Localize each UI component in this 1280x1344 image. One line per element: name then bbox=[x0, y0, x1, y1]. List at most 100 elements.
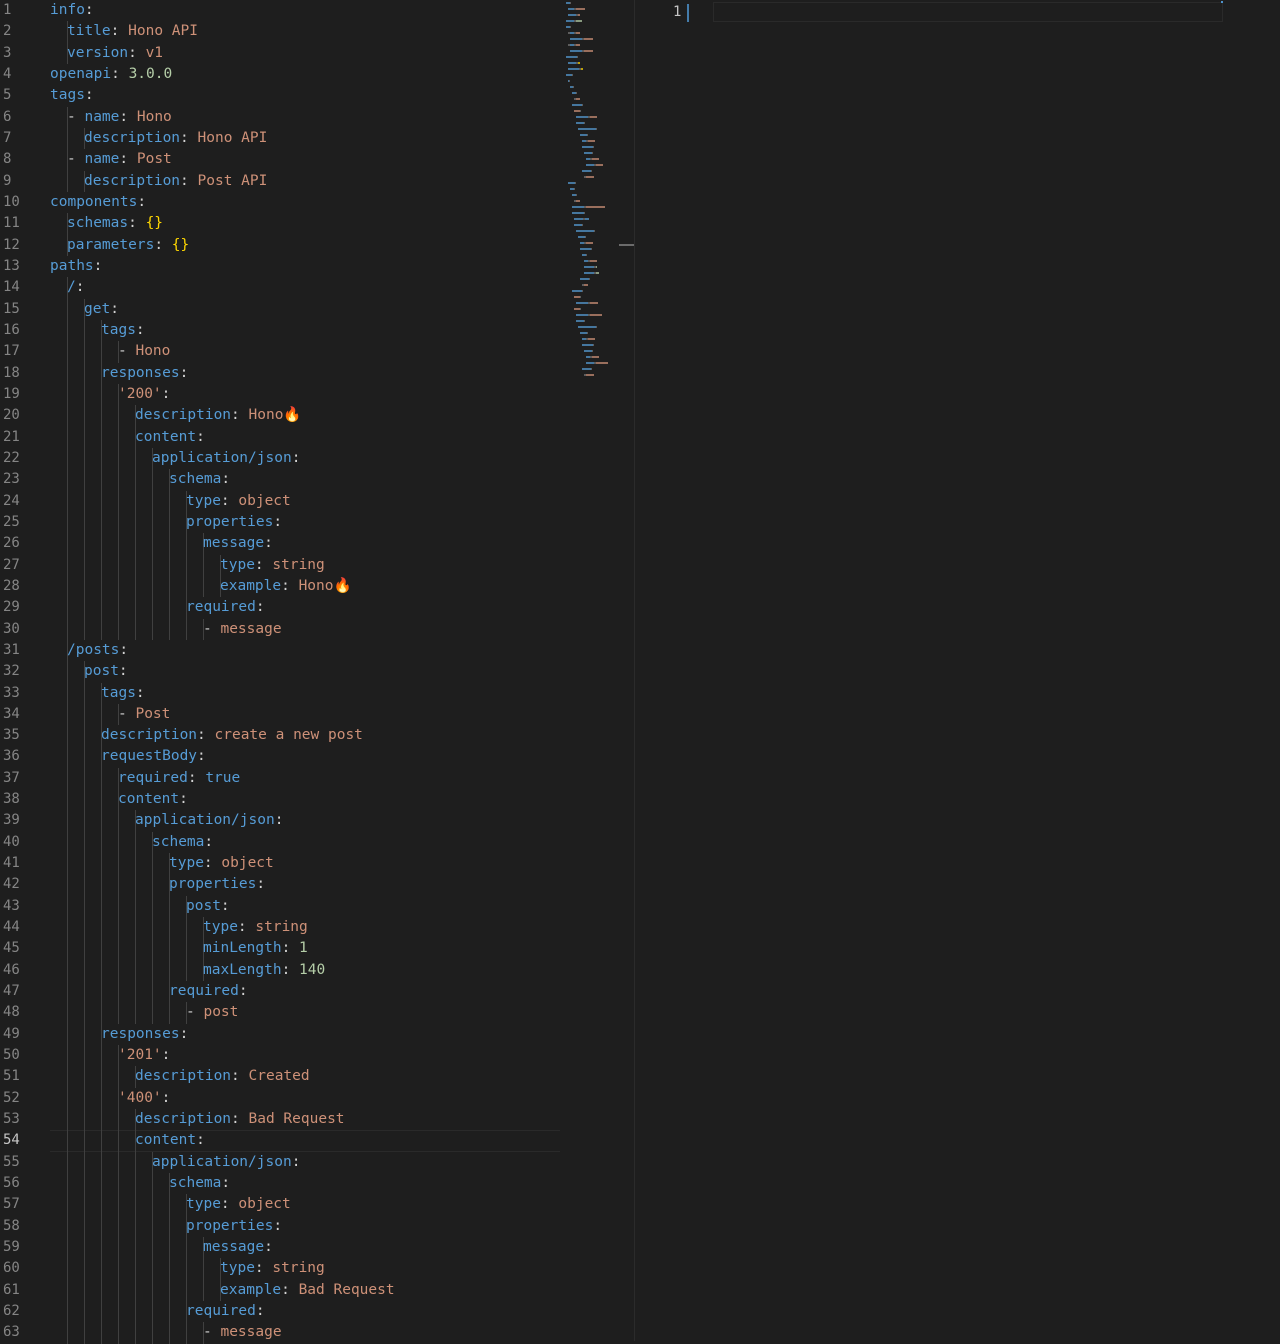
indent-guide bbox=[84, 831, 85, 854]
indent-guide bbox=[169, 938, 170, 960]
left-editor-pane[interactable]: 1 2 3 4 5 6 7 8 9 10 11 12 13 14 15 16 17 18 19 20 21 22 23 24 2… bbox=[0, 0, 635, 1344]
code-line[interactable]: post: bbox=[50, 661, 560, 683]
code-line[interactable]: example: Hono🔥 bbox=[50, 575, 560, 598]
code-token: : bbox=[179, 1025, 189, 1042]
minimap[interactable] bbox=[562, 0, 620, 400]
code-line[interactable]: requestBody: bbox=[50, 746, 560, 768]
code-line[interactable]: openapi: 3.0.0 bbox=[50, 64, 560, 85]
code-token: : bbox=[154, 236, 172, 253]
code-line[interactable]: content: bbox=[50, 426, 560, 448]
code-line[interactable]: schema: bbox=[50, 831, 560, 854]
code-line[interactable]: content: bbox=[50, 1130, 560, 1152]
code-line[interactable]: - message bbox=[50, 618, 560, 640]
line-number: 59 bbox=[3, 1239, 20, 1256]
code-line[interactable]: description: Hono API bbox=[50, 127, 560, 150]
code-token: string bbox=[255, 919, 308, 936]
indent-guide bbox=[67, 1215, 68, 1238]
code-line[interactable]: application/json: bbox=[50, 810, 560, 832]
code-line[interactable]: description: create a new post bbox=[50, 725, 560, 747]
code-line[interactable]: parameters: {} bbox=[50, 234, 560, 256]
code-line[interactable]: required: bbox=[50, 981, 560, 1003]
code-token: tags bbox=[50, 87, 85, 104]
indent-guide bbox=[84, 874, 85, 896]
code-line[interactable]: properties: bbox=[50, 874, 560, 896]
code-line[interactable]: post: bbox=[50, 895, 560, 918]
indent-guide bbox=[118, 1322, 119, 1344]
code-line[interactable]: tags: bbox=[50, 319, 560, 342]
code-line[interactable]: type: string bbox=[50, 1258, 560, 1280]
code-line[interactable]: maxLength: 140 bbox=[50, 959, 560, 982]
indent-guide bbox=[118, 1279, 119, 1302]
code-line[interactable]: - name: Post bbox=[50, 149, 560, 171]
indent-guide bbox=[67, 874, 68, 896]
code-line[interactable]: responses: bbox=[50, 362, 560, 384]
code-line[interactable]: minLength: 1 bbox=[50, 938, 560, 960]
indent-guide bbox=[118, 1301, 119, 1323]
code-line[interactable]: content: bbox=[50, 789, 560, 811]
code-line[interactable]: - post bbox=[50, 1002, 560, 1024]
code-line[interactable]: application/json: bbox=[50, 1151, 560, 1174]
code-line[interactable]: example: Bad Request bbox=[50, 1279, 560, 1302]
code-line[interactable]: /posts: bbox=[50, 639, 560, 662]
code-line[interactable]: description: Post API bbox=[50, 170, 560, 192]
right-editor-pane[interactable]: 1 bbox=[635, 0, 1280, 1341]
code-line[interactable]: '200': bbox=[50, 383, 560, 406]
code-line[interactable]: required: true bbox=[50, 767, 560, 790]
code-line[interactable]: description: Bad Request bbox=[50, 1109, 560, 1131]
code-line[interactable]: description: Created bbox=[50, 1066, 560, 1088]
code-line[interactable]: required: bbox=[50, 597, 560, 619]
code-line[interactable]: schema: bbox=[50, 1173, 560, 1195]
code-line[interactable]: properties: bbox=[50, 1215, 560, 1238]
indent-guide bbox=[84, 1066, 85, 1088]
code-line[interactable]: responses: bbox=[50, 1023, 560, 1046]
code-line[interactable]: components: bbox=[50, 192, 560, 213]
minimap-token bbox=[586, 242, 593, 244]
code-area[interactable]: info: title: Hono API version: v1 openapi: … bbox=[50, 0, 560, 1344]
indent-guide bbox=[186, 1322, 187, 1344]
code-line[interactable]: - Hono bbox=[50, 341, 560, 363]
indent-guide bbox=[169, 1258, 170, 1280]
code-line[interactable]: message: bbox=[50, 1237, 560, 1259]
code-line[interactable]: '201': bbox=[50, 1045, 560, 1067]
code-token: : bbox=[221, 1175, 231, 1192]
indent-guide bbox=[67, 383, 68, 406]
indent-guide bbox=[118, 1066, 119, 1088]
code-line[interactable]: type: object bbox=[50, 853, 560, 875]
code-token: : bbox=[291, 449, 301, 466]
code-line[interactable]: version: v1 bbox=[50, 42, 560, 64]
code-line[interactable]: schema: bbox=[50, 469, 560, 491]
code-line[interactable]: type: string bbox=[50, 554, 560, 576]
code-line[interactable]: get: bbox=[50, 298, 560, 320]
code-line[interactable]: tags: bbox=[50, 682, 560, 704]
code-token: requestBody bbox=[101, 748, 198, 765]
code-line[interactable]: type: object bbox=[50, 490, 560, 512]
indent-guide bbox=[67, 746, 68, 768]
code-line[interactable]: tags: bbox=[50, 85, 560, 106]
indent-guide bbox=[135, 959, 136, 982]
code-line[interactable]: type: object bbox=[50, 1194, 560, 1216]
code-line[interactable]: - Post bbox=[50, 703, 560, 726]
code-token: components bbox=[50, 193, 138, 210]
code-line[interactable]: title: Hono API bbox=[50, 21, 560, 43]
indent-guide bbox=[152, 554, 153, 576]
code-line[interactable]: schemas: {} bbox=[50, 213, 560, 235]
code-line[interactable]: type: string bbox=[50, 917, 560, 939]
code-line[interactable]: '400': bbox=[50, 1087, 560, 1110]
code-line[interactable]: - name: Hono bbox=[50, 106, 560, 128]
code-line[interactable]: info: bbox=[50, 0, 560, 21]
line-number: 50 bbox=[3, 1047, 20, 1064]
indent-guide bbox=[101, 490, 102, 512]
indent-guide bbox=[84, 938, 85, 960]
code-line[interactable]: description: Hono🔥 bbox=[50, 405, 560, 427]
code-line[interactable]: /: bbox=[50, 277, 560, 299]
indent-guide bbox=[67, 1279, 68, 1302]
code-token: type bbox=[186, 1196, 221, 1213]
code-line[interactable]: - message bbox=[50, 1322, 560, 1344]
code-line[interactable]: paths: bbox=[50, 256, 560, 277]
code-token: : bbox=[221, 471, 231, 488]
code-line[interactable]: message: bbox=[50, 533, 560, 555]
code-line[interactable]: properties: bbox=[50, 511, 560, 534]
code-line[interactable]: application/json: bbox=[50, 447, 560, 470]
code-line[interactable]: required: bbox=[50, 1301, 560, 1323]
line-number: 54 bbox=[3, 1132, 20, 1149]
